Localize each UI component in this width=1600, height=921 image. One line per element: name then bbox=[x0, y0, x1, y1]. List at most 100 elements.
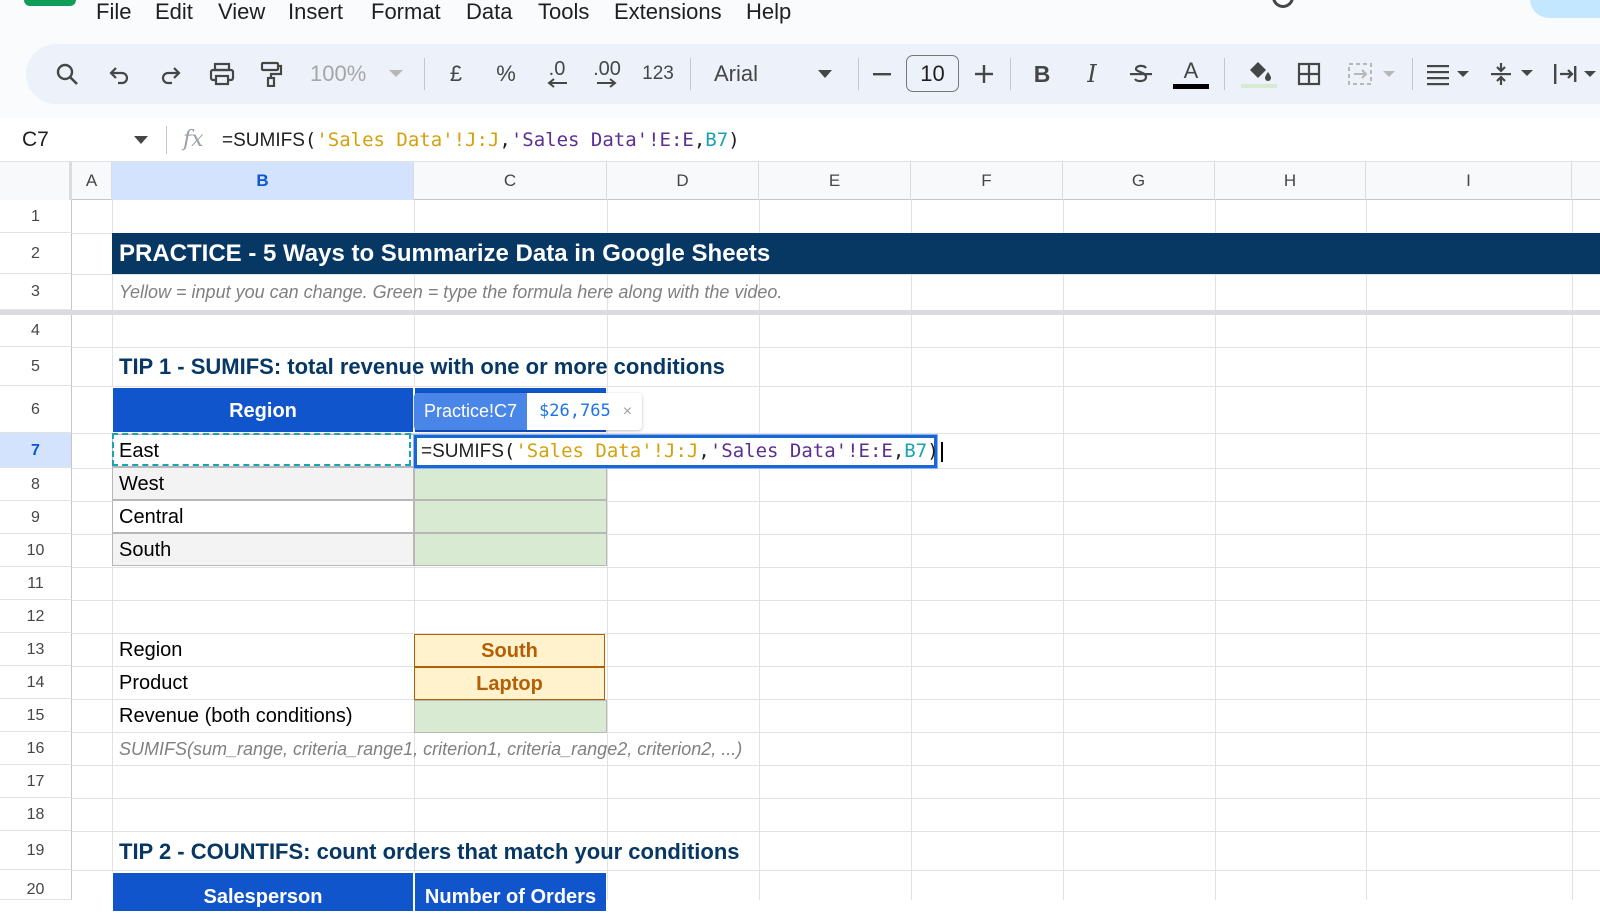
name-box[interactable]: C7 bbox=[22, 118, 49, 162]
sheets-logo[interactable] bbox=[24, 0, 76, 6]
column-header-i[interactable]: I bbox=[1366, 162, 1572, 200]
search-icon[interactable] bbox=[52, 44, 82, 104]
row-header-6[interactable]: 6 bbox=[0, 386, 72, 433]
format-percent-button[interactable]: % bbox=[494, 44, 518, 104]
row-header-19[interactable]: 19 bbox=[0, 831, 72, 870]
formula-open-paren: ( bbox=[503, 440, 516, 462]
column-header-e[interactable]: E bbox=[759, 162, 911, 200]
text-color-button[interactable]: A bbox=[1172, 44, 1210, 104]
row-header-4[interactable]: 4 bbox=[0, 315, 72, 347]
formula-input-cell[interactable] bbox=[414, 533, 607, 566]
product-label: Product bbox=[119, 672, 188, 694]
row-header-8[interactable]: 8 bbox=[0, 468, 72, 501]
grid-line bbox=[72, 633, 1600, 634]
bold-button[interactable]: B bbox=[1030, 44, 1054, 104]
row-header-11[interactable]: 11 bbox=[0, 567, 72, 600]
formula-input[interactable]: =SUMIFS('Sales Data'!J:J,'Sales Data'!E:… bbox=[222, 118, 740, 162]
vertical-align-icon[interactable] bbox=[1488, 44, 1540, 104]
tip1-table-header-region[interactable]: Region bbox=[112, 387, 414, 433]
row-header-5[interactable]: 5 bbox=[0, 347, 72, 386]
increase-decimals-button[interactable]: .00 bbox=[590, 44, 624, 104]
formula-input-cell[interactable] bbox=[414, 500, 607, 533]
horizontal-align-icon[interactable] bbox=[1424, 44, 1476, 104]
column-header-b[interactable]: B bbox=[112, 162, 414, 200]
decrease-decimals-button[interactable]: .0 bbox=[540, 44, 574, 104]
menu-extensions[interactable]: Extensions bbox=[614, 0, 722, 24]
activity-icon[interactable] bbox=[1272, 0, 1294, 8]
revenue-formula-cell[interactable] bbox=[414, 700, 607, 733]
column-header-c[interactable]: C bbox=[414, 162, 607, 200]
borders-icon[interactable] bbox=[1294, 44, 1324, 104]
row-header-2[interactable]: 2 bbox=[0, 233, 72, 274]
revenue-label: Revenue (both conditions) bbox=[119, 705, 353, 727]
column-header-g[interactable]: G bbox=[1063, 162, 1215, 200]
tip2-table-header-orders[interactable]: Number of Orders bbox=[414, 872, 607, 912]
table-row[interactable]: Central bbox=[112, 500, 414, 533]
format-currency-button[interactable]: £ bbox=[446, 44, 466, 104]
font-family-select[interactable]: Arial bbox=[714, 44, 758, 104]
menu-tools[interactable]: Tools bbox=[538, 0, 589, 24]
row-header-16[interactable]: 16 bbox=[0, 732, 72, 765]
select-all-corner[interactable] bbox=[0, 162, 72, 200]
redo-icon[interactable] bbox=[156, 44, 186, 104]
row-header-9[interactable]: 9 bbox=[0, 501, 72, 534]
row-header-12[interactable]: 12 bbox=[0, 600, 72, 633]
formula-open-paren: ( bbox=[304, 129, 317, 151]
table-row[interactable]: West bbox=[112, 467, 414, 500]
menu-format[interactable]: Format bbox=[371, 0, 441, 24]
fill-color-icon[interactable] bbox=[1240, 44, 1278, 104]
column-header-a[interactable]: A bbox=[72, 162, 112, 200]
row-header-20[interactable]: 20 bbox=[0, 870, 72, 900]
column-header-h[interactable]: H bbox=[1215, 162, 1366, 200]
italic-button[interactable]: I bbox=[1080, 44, 1104, 104]
column-header-f[interactable]: F bbox=[911, 162, 1063, 200]
row-header-15[interactable]: 15 bbox=[0, 699, 72, 732]
chevron-down-icon[interactable] bbox=[134, 136, 148, 144]
strikethrough-icon[interactable] bbox=[1126, 44, 1156, 104]
decrease-font-size-button[interactable] bbox=[870, 44, 894, 104]
row-header-10[interactable]: 10 bbox=[0, 534, 72, 567]
menu-view[interactable]: View bbox=[218, 0, 265, 24]
menu-file[interactable]: File bbox=[96, 0, 131, 24]
region-input[interactable]: South bbox=[414, 634, 605, 667]
column-header-d[interactable]: D bbox=[607, 162, 759, 200]
more-formats-button[interactable]: 123 bbox=[640, 44, 676, 104]
menu-data[interactable]: Data bbox=[466, 0, 512, 24]
tip2-table-header-salesperson[interactable]: Salesperson bbox=[112, 872, 414, 912]
row-header-17[interactable]: 17 bbox=[0, 765, 72, 798]
font-size-input[interactable]: 10 bbox=[906, 55, 959, 92]
chevron-down-icon[interactable] bbox=[389, 70, 403, 77]
grid-line bbox=[72, 274, 1600, 275]
grid-line bbox=[1366, 200, 1367, 900]
text-wrap-icon[interactable] bbox=[1552, 44, 1600, 104]
cell-editor[interactable]: =SUMIFS('Sales Data'!J:J,'Sales Data'!E:… bbox=[414, 435, 943, 468]
row-header-3[interactable]: 3 bbox=[0, 274, 72, 310]
row-header-18[interactable]: 18 bbox=[0, 798, 72, 831]
product-input[interactable]: Laptop bbox=[414, 667, 605, 700]
row-header-7[interactable]: 7 bbox=[0, 433, 72, 468]
frozen-rows-divider[interactable] bbox=[0, 310, 1600, 315]
row-header-1[interactable]: 1 bbox=[0, 200, 72, 233]
text-color-swatch bbox=[1173, 83, 1209, 89]
share-button[interactable] bbox=[1530, 0, 1600, 18]
zoom-select[interactable]: 100% bbox=[310, 44, 366, 104]
formula-comma: , bbox=[892, 440, 905, 462]
table-row[interactable]: South bbox=[112, 533, 414, 566]
formula-input-cell[interactable] bbox=[414, 467, 607, 500]
chevron-down-icon[interactable] bbox=[818, 70, 832, 78]
menu-edit[interactable]: Edit bbox=[155, 0, 193, 24]
undo-icon[interactable] bbox=[104, 44, 134, 104]
menu-help[interactable]: Help bbox=[746, 0, 791, 24]
row-header-14[interactable]: 14 bbox=[0, 666, 72, 699]
grid-line bbox=[72, 870, 1600, 871]
tooltip-cell-ref: Practice!C7 bbox=[414, 393, 528, 430]
toolbar-divider bbox=[1412, 58, 1413, 90]
print-icon[interactable] bbox=[206, 44, 238, 104]
menu-insert[interactable]: Insert bbox=[288, 0, 343, 24]
formula-function: =SUMIFS bbox=[222, 130, 305, 151]
paint-format-icon[interactable] bbox=[256, 44, 286, 104]
close-icon[interactable]: × bbox=[619, 393, 642, 430]
merge-cells-icon[interactable] bbox=[1346, 44, 1404, 104]
row-header-13[interactable]: 13 bbox=[0, 633, 72, 666]
increase-font-size-button[interactable] bbox=[972, 44, 996, 104]
